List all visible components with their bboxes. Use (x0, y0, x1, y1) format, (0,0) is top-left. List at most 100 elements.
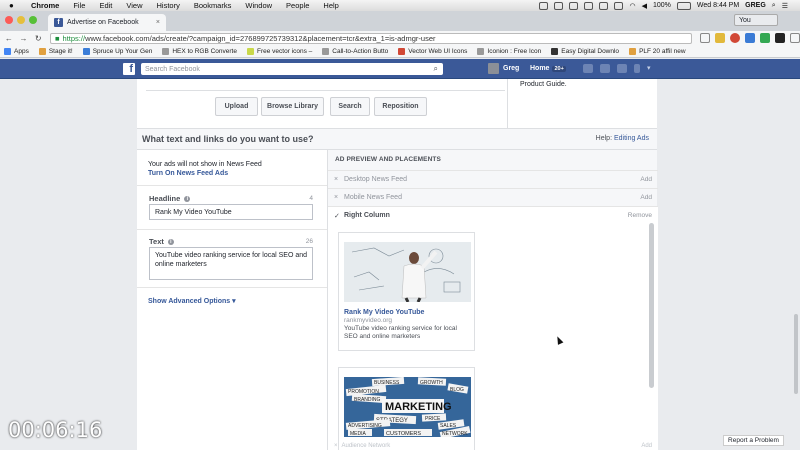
facebook-search-input[interactable]: Search Facebook ⌕ (141, 63, 443, 75)
extension-icon[interactable] (745, 33, 755, 43)
headline-char-count: 4 (309, 195, 313, 202)
notifications-icon[interactable] (617, 64, 627, 73)
report-problem-button[interactable]: Report a Problem (723, 435, 784, 446)
extension-icons (700, 33, 800, 43)
add-placement-link[interactable]: Add (640, 194, 652, 201)
reload-icon[interactable]: ↻ (32, 34, 44, 43)
privacy-icon[interactable] (634, 64, 640, 73)
messages-icon[interactable] (600, 64, 610, 73)
preview-title: AD PREVIEW AND PLACEMENTS (335, 156, 441, 163)
placement-right-column[interactable]: ✓ Right Column Remove (328, 206, 658, 224)
status-icon[interactable] (539, 1, 549, 10)
turn-on-news-feed-link[interactable]: Turn On News Feed Ads (148, 169, 262, 178)
bookmark-item[interactable]: Iconion : Free Icon (477, 47, 541, 55)
friend-requests-icon[interactable] (583, 64, 593, 73)
add-placement-link[interactable]: Add (641, 443, 652, 449)
close-icon: × (334, 194, 339, 201)
reposition-button[interactable]: Reposition (374, 97, 427, 116)
show-advanced-options-link[interactable]: Show Advanced Options ▾ (148, 297, 236, 305)
placement-desktop-news-feed[interactable]: × Desktop News Feed Add (328, 170, 658, 188)
list-icon[interactable]: ☰ (782, 2, 788, 10)
mac-menubar: ● Chrome File Edit View History Bookmark… (0, 0, 800, 11)
extension-icon[interactable] (760, 33, 770, 43)
status-icon[interactable] (614, 1, 624, 10)
word-tag: MEDIA (350, 431, 367, 437)
menu-icon[interactable] (790, 33, 800, 43)
menu-edit[interactable]: Edit (99, 1, 112, 10)
info-icon[interactable]: i (184, 195, 191, 202)
status-icon[interactable] (599, 1, 609, 10)
bookmark-item[interactable]: Vector Web UI Icons (398, 47, 467, 55)
profile-link[interactable]: Greg (488, 63, 519, 74)
menu-bookmarks[interactable]: Bookmarks (194, 1, 232, 10)
status-icon[interactable] (584, 1, 594, 10)
menu-history[interactable]: History (157, 1, 180, 10)
extension-icon[interactable] (715, 33, 725, 43)
divider (507, 79, 508, 128)
forward-icon[interactable]: → (18, 34, 30, 43)
star-icon[interactable] (700, 33, 710, 43)
ad-preview-text: YouTube video ranking service for local … (344, 325, 457, 340)
status-icon[interactable] (569, 1, 579, 10)
status-icon[interactable] (554, 1, 564, 10)
ad-preview-card[interactable]: BUSINESS GROWTH PROMOTION BLOG BRANDING … (338, 367, 475, 450)
info-icon[interactable]: i (167, 238, 174, 245)
facebook-favicon-icon: f (54, 18, 63, 27)
bookmark-item[interactable]: PLF 20 affil new (629, 47, 686, 55)
ad-preview-card[interactable]: Rank My Video YouTube rankmyvideo.org Yo… (338, 232, 475, 351)
browse-library-button[interactable]: Browse Library (261, 97, 324, 116)
search-icon[interactable]: ⌕ (434, 64, 438, 74)
volume-icon[interactable]: ◀ (642, 2, 647, 10)
clock[interactable]: Wed 8:44 PM (697, 2, 739, 9)
bookmark-item[interactable]: Spruce Up Your Gen (82, 47, 152, 55)
maximize-window-icon[interactable] (29, 16, 37, 24)
user-name[interactable]: GREG (745, 2, 766, 9)
menu-view[interactable]: View (126, 1, 142, 10)
search-icon[interactable]: ⌕ (772, 2, 776, 10)
wifi-icon[interactable]: ◠ (629, 2, 635, 10)
chevron-down-icon[interactable]: ▾ (647, 64, 653, 73)
remove-placement-link[interactable]: Remove (628, 212, 652, 219)
menu-people[interactable]: People (286, 1, 309, 10)
bookmark-item[interactable]: HEX to RGB Converte (162, 47, 237, 55)
bookmark-icon (398, 47, 406, 55)
bookmark-item[interactable]: Apps (4, 47, 29, 55)
headline-input[interactable]: Rank My Video YouTube (149, 204, 313, 220)
menu-chrome[interactable]: Chrome (31, 1, 59, 10)
extension-icon[interactable] (775, 33, 785, 43)
back-icon[interactable]: ← (3, 34, 15, 43)
menu-file[interactable]: File (73, 1, 85, 10)
placement-audience-network[interactable]: × Audience Network Add (328, 442, 658, 450)
minimize-window-icon[interactable] (17, 16, 25, 24)
browser-tab[interactable]: f Advertise on Facebook × (48, 14, 166, 31)
text-textarea[interactable]: YouTube video ranking service for local … (149, 247, 313, 280)
bookmark-item[interactable]: Stage it! (38, 47, 73, 55)
upload-button[interactable]: Upload (215, 97, 258, 116)
profile-button[interactable]: You (734, 14, 778, 26)
apple-icon[interactable]: ● (9, 1, 19, 10)
image-selection-panel: Product Guide. Upload Browse Library Sea… (137, 79, 657, 128)
extension-icon[interactable] (730, 33, 740, 43)
close-window-icon[interactable] (5, 16, 13, 24)
url-bar[interactable]: ■ https:// www.facebook.com/ads/create/?… (50, 32, 692, 44)
facebook-logo[interactable]: f (123, 63, 135, 75)
close-tab-icon[interactable]: × (156, 19, 160, 26)
avatar (488, 63, 499, 74)
bookmark-item[interactable]: Call-to-Action Butto (322, 47, 388, 55)
help-editing-ads-link[interactable]: Editing Ads (614, 135, 649, 142)
bookmark-item[interactable]: Easy Digital Downlo (551, 47, 619, 55)
tab-title: Advertise on Facebook (67, 19, 139, 26)
menubar-status: ◠ ◀ 100% Wed 8:44 PM GREG ⌕ ☰ (539, 1, 800, 10)
placement-mobile-news-feed[interactable]: × Mobile News Feed Add (328, 188, 658, 206)
search-button[interactable]: Search (330, 97, 370, 116)
home-link[interactable]: Home 20+ (530, 65, 566, 72)
bookmark-icon (477, 47, 485, 55)
menu-window[interactable]: Window (245, 1, 272, 10)
add-placement-link[interactable]: Add (640, 176, 652, 183)
ad-preview-title[interactable]: Rank My Video YouTube (344, 309, 424, 316)
menu-help[interactable]: Help (323, 1, 338, 10)
bookmark-item[interactable]: Free vector icons – (246, 47, 312, 55)
battery-icon[interactable] (676, 1, 691, 10)
page-scrollbar[interactable] (794, 314, 798, 394)
preview-scrollbar[interactable] (649, 223, 654, 388)
